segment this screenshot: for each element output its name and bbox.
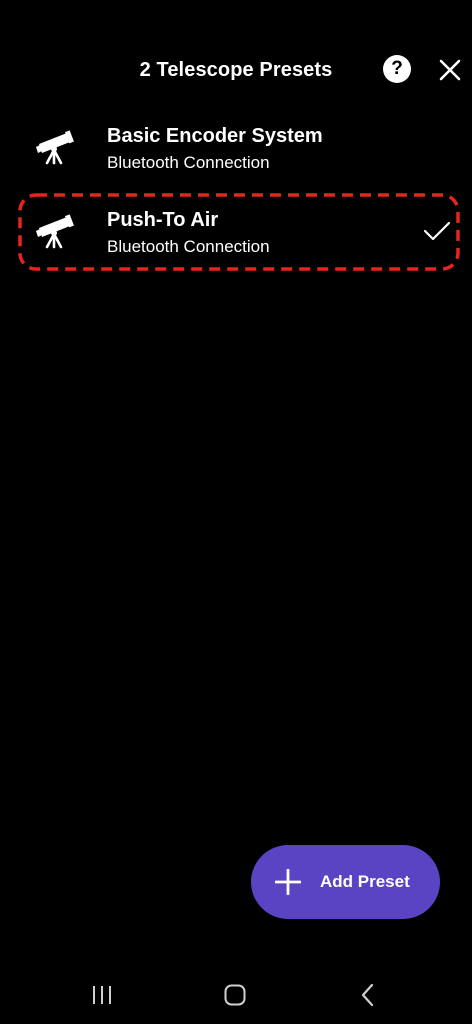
- add-preset-label: Add Preset: [320, 872, 410, 891]
- help-icon: ?: [391, 58, 403, 79]
- back-button[interactable]: [353, 980, 383, 1010]
- system-nav-bar: [0, 964, 472, 1024]
- recents-button[interactable]: [87, 980, 117, 1010]
- home-button[interactable]: [220, 980, 250, 1010]
- plus-icon: [275, 869, 301, 895]
- preset-name: Push-To Air: [107, 209, 219, 231]
- close-icon: [439, 59, 461, 81]
- preset-connection: Bluetooth Connection: [107, 153, 270, 172]
- preset-name: Basic Encoder System: [107, 125, 323, 147]
- add-preset-button[interactable]: Add Preset: [251, 845, 440, 919]
- telescope-icon: [36, 130, 74, 165]
- telescope-icon: [36, 214, 74, 249]
- help-button[interactable]: ?: [383, 55, 411, 83]
- check-icon: [423, 221, 451, 241]
- close-button[interactable]: [436, 56, 464, 84]
- preset-item-push-to-air[interactable]: Push-To Air Bluetooth Connection: [0, 192, 472, 274]
- recents-icon: [93, 986, 111, 1004]
- page-title: 2 Telescope Presets: [139, 59, 333, 81]
- back-icon: [361, 983, 374, 1007]
- preset-connection: Bluetooth Connection: [107, 237, 270, 256]
- preset-item-basic-encoder-system[interactable]: Basic Encoder System Bluetooth Connectio…: [0, 108, 472, 190]
- home-icon: [224, 984, 246, 1006]
